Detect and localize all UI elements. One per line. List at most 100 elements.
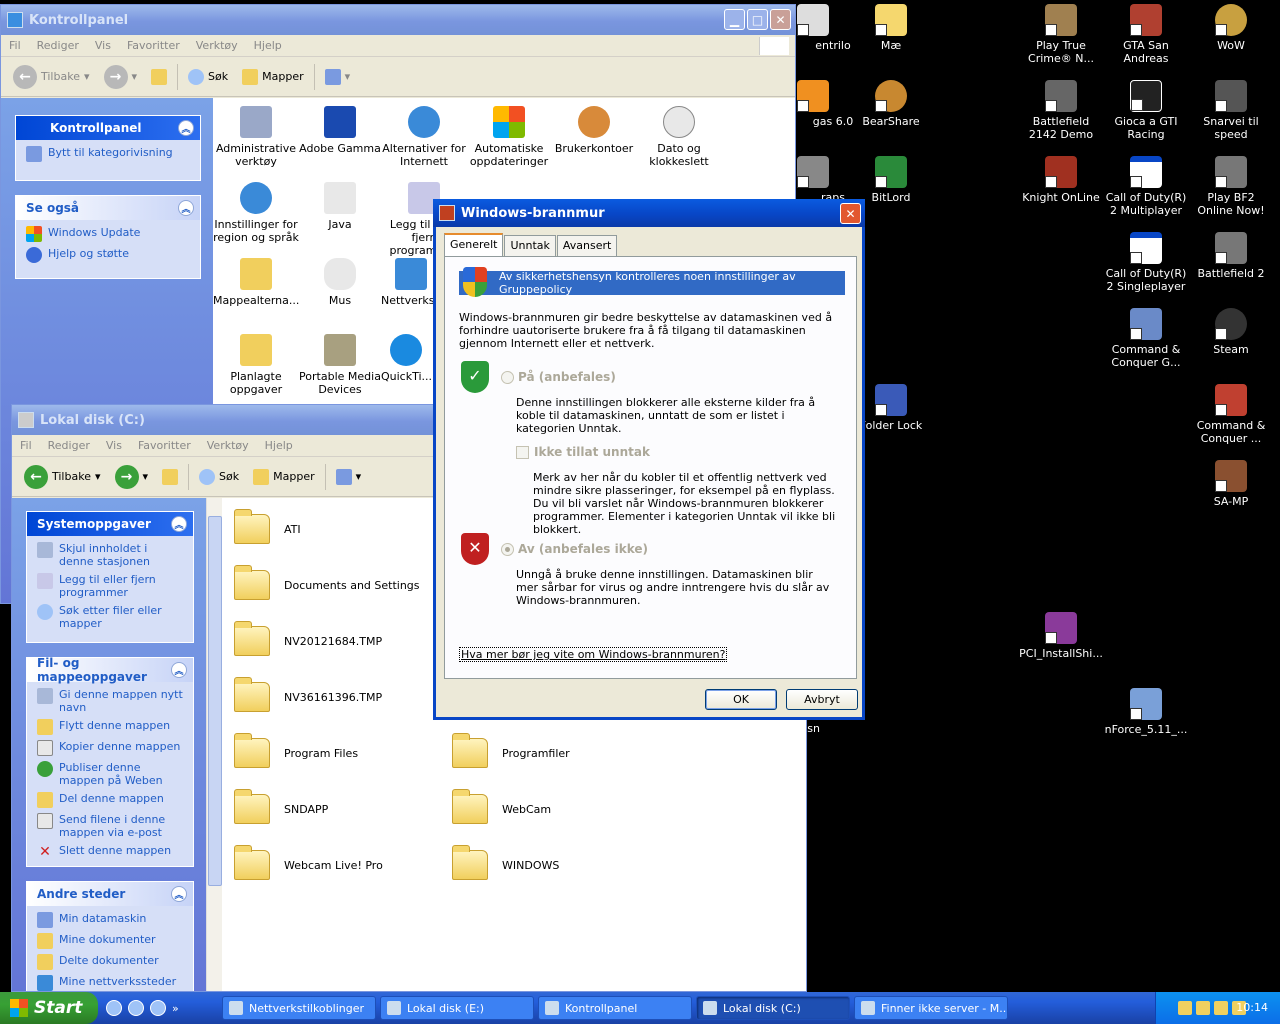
desktop-icon-wow[interactable]: WoW bbox=[1188, 4, 1274, 52]
radio-on-button[interactable] bbox=[501, 370, 514, 384]
folder-item[interactable]: NV36161396.TMP bbox=[234, 677, 382, 712]
panel-header[interactable]: Systemoppgaver ︽ bbox=[27, 512, 193, 536]
desktop-icon-cod2-mp[interactable]: Call of Duty(R) 2 Multiplayer bbox=[1103, 156, 1189, 217]
tray-icon[interactable] bbox=[1214, 1001, 1228, 1015]
desktop-icon-cnc-generals[interactable]: Command & Conquer G... bbox=[1103, 308, 1189, 369]
folder-item[interactable]: SNDAPP bbox=[234, 789, 328, 824]
tray-icon[interactable] bbox=[1196, 1001, 1210, 1015]
checkbox-box[interactable] bbox=[516, 445, 529, 459]
radio-on[interactable]: På (anbefales) bbox=[501, 370, 616, 384]
menu-hjelp[interactable]: Hjelp bbox=[265, 439, 293, 452]
desktop-icon-cnc[interactable]: Command & Conquer ... bbox=[1188, 384, 1274, 445]
desktop-icon-knight-online[interactable]: Knight OnLine bbox=[1018, 156, 1104, 204]
forward-button[interactable]: → ▾ bbox=[111, 464, 153, 489]
switch-category-view-link[interactable]: Bytt til kategorivisning bbox=[26, 146, 192, 162]
folder-item[interactable]: Webcam Live! Pro bbox=[234, 845, 383, 880]
desktop-icon-mae[interactable]: Mæ bbox=[848, 4, 934, 52]
delete-folder-link[interactable]: ✕ Slett denne mappen bbox=[37, 844, 185, 860]
browser-icon[interactable] bbox=[128, 1000, 144, 1016]
cp-item-auto-updates[interactable]: Automatiske oppdateringer bbox=[466, 106, 552, 168]
tab-avansert[interactable]: Avansert bbox=[556, 235, 618, 256]
menu-fil[interactable]: Fil bbox=[20, 439, 32, 452]
help-support-link[interactable]: Hjelp og støtte bbox=[26, 247, 192, 263]
internet-explorer-icon[interactable] bbox=[106, 1000, 122, 1016]
up-button[interactable] bbox=[147, 68, 171, 85]
scrollbar-thumb[interactable] bbox=[208, 516, 222, 886]
cancel-button[interactable]: Avbryt bbox=[786, 689, 858, 710]
collapse-chevron-icon[interactable]: ︽ bbox=[171, 886, 187, 902]
menu-favoritter[interactable]: Favoritter bbox=[127, 39, 180, 52]
radio-off[interactable]: Av (anbefales ikke) bbox=[501, 542, 648, 556]
menu-vis[interactable]: Vis bbox=[106, 439, 122, 452]
firewall-titlebar[interactable]: Windows-brannmur ✕ bbox=[433, 199, 865, 227]
tray-icon[interactable] bbox=[1178, 1001, 1192, 1015]
task-network-connections[interactable]: Nettverkstilkoblinger bbox=[222, 996, 376, 1020]
collapse-chevron-icon[interactable]: ︽ bbox=[171, 516, 187, 532]
tab-unntak[interactable]: Unntak bbox=[504, 235, 556, 256]
cp-item-quicktime[interactable]: QuickTi... bbox=[381, 334, 431, 383]
close-button[interactable]: ✕ bbox=[840, 203, 861, 224]
collapse-chevron-icon[interactable]: ︽ bbox=[171, 662, 187, 678]
search-files-link[interactable]: Søk etter filer eller mapper bbox=[37, 604, 185, 630]
folder-item[interactable]: WebCam bbox=[452, 789, 551, 824]
cp-item-scheduled-tasks[interactable]: Planlagte oppgaver bbox=[213, 334, 299, 396]
panel-header[interactable]: Andre steder ︽ bbox=[27, 882, 193, 906]
network-places-link[interactable]: Mine nettverkssteder bbox=[37, 975, 185, 991]
panel-header[interactable]: Se også ︽ bbox=[16, 196, 200, 220]
cp-item-internet-options[interactable]: Alternativer for Internett bbox=[381, 106, 467, 168]
desktop-icon-speed[interactable]: Snarvei til speed bbox=[1188, 80, 1274, 141]
search-button[interactable]: Søk bbox=[184, 68, 232, 85]
shared-documents-link[interactable]: Delte dokumenter bbox=[37, 954, 185, 970]
search-button[interactable]: Søk bbox=[195, 468, 243, 485]
media-player-icon[interactable] bbox=[150, 1000, 166, 1016]
firewall-dialog[interactable]: Windows-brannmur ✕ Generelt Unntak Avans… bbox=[433, 199, 865, 720]
cp-item-folder-options[interactable]: Mappealterna... bbox=[213, 258, 299, 307]
panel-header[interactable]: Fil- og mappeoppgaver ︽ bbox=[27, 656, 193, 684]
hide-drive-contents-link[interactable]: Skjul innholdet i denne stasjonen bbox=[37, 542, 185, 568]
my-documents-link[interactable]: Mine dokumenter bbox=[37, 933, 185, 949]
task-browser-error[interactable]: Finner ikke server - M... bbox=[854, 996, 1008, 1020]
folder-item[interactable]: WINDOWS bbox=[452, 845, 559, 880]
email-files-link[interactable]: Send filene i denne mappen via e-post bbox=[37, 813, 185, 839]
menu-hjelp[interactable]: Hjelp bbox=[254, 39, 282, 52]
desktop-icon-true-crime[interactable]: Play True Crime® N... bbox=[1018, 4, 1104, 65]
rename-folder-link[interactable]: Gi denne mappen nytt navn bbox=[37, 688, 185, 714]
menu-verktoy[interactable]: Verktøy bbox=[207, 439, 249, 452]
copy-folder-link[interactable]: Kopier denne mappen bbox=[37, 740, 185, 756]
desktop-icon-nforce[interactable]: nForce_5.11_... bbox=[1103, 688, 1189, 736]
ok-button[interactable]: OK bbox=[705, 689, 777, 710]
close-button[interactable]: ✕ bbox=[770, 9, 791, 30]
task-kontrollpanel[interactable]: Kontrollpanel bbox=[538, 996, 692, 1020]
folders-button[interactable]: Mapper bbox=[238, 68, 308, 85]
start-button[interactable]: Start bbox=[0, 992, 98, 1024]
folders-button[interactable]: Mapper bbox=[249, 468, 319, 485]
back-button[interactable]: ← Tilbake ▾ bbox=[9, 64, 94, 89]
kontrollpanel-titlebar[interactable]: Kontrollpanel ▁ □ ✕ bbox=[1, 5, 795, 35]
up-button[interactable] bbox=[158, 468, 182, 485]
clock[interactable]: 10:14 bbox=[1236, 1001, 1268, 1014]
desktop-icon-gti[interactable]: Gioca a GTI Racing bbox=[1103, 80, 1189, 141]
collapse-chevron-icon[interactable]: ︽ bbox=[178, 200, 194, 216]
move-folder-link[interactable]: Flytt denne mappen bbox=[37, 719, 185, 735]
folder-item[interactable]: Program Files bbox=[234, 733, 358, 768]
no-exceptions-checkbox[interactable]: Ikke tillat unntak bbox=[516, 445, 650, 459]
desktop-icon-cod2-sp[interactable]: Call of Duty(R) 2 Singleplayer bbox=[1103, 232, 1189, 293]
cp-item-user-accounts[interactable]: Brukerkontoer bbox=[551, 106, 637, 155]
desktop-icon-samp[interactable]: SA-MP bbox=[1188, 460, 1274, 508]
forward-button[interactable]: → ▾ bbox=[100, 64, 142, 89]
views-button[interactable]: ▾ bbox=[332, 468, 366, 485]
windows-update-link[interactable]: Windows Update bbox=[26, 226, 192, 242]
cp-item-java[interactable]: Java bbox=[297, 182, 383, 231]
menu-fil[interactable]: Fil bbox=[9, 39, 21, 52]
learn-more-link[interactable]: Hva mer bør jeg vite om Windows-brannmur… bbox=[459, 647, 728, 662]
menu-verktoy[interactable]: Verktøy bbox=[196, 39, 238, 52]
desktop-icon-bf2-online[interactable]: Play BF2 Online Now! bbox=[1188, 156, 1274, 217]
cp-item-mouse[interactable]: Mus bbox=[297, 258, 383, 307]
folder-item[interactable]: ATI bbox=[234, 509, 301, 544]
tab-generelt[interactable]: Generelt bbox=[444, 233, 504, 256]
task-lokal-disk-e[interactable]: Lokal disk (E:) bbox=[380, 996, 534, 1020]
menu-rediger[interactable]: Rediger bbox=[48, 439, 90, 452]
minimize-button[interactable]: ▁ bbox=[724, 9, 745, 30]
collapse-chevron-icon[interactable]: ︽ bbox=[178, 120, 194, 136]
desktop-icon-steam[interactable]: Steam bbox=[1188, 308, 1274, 356]
